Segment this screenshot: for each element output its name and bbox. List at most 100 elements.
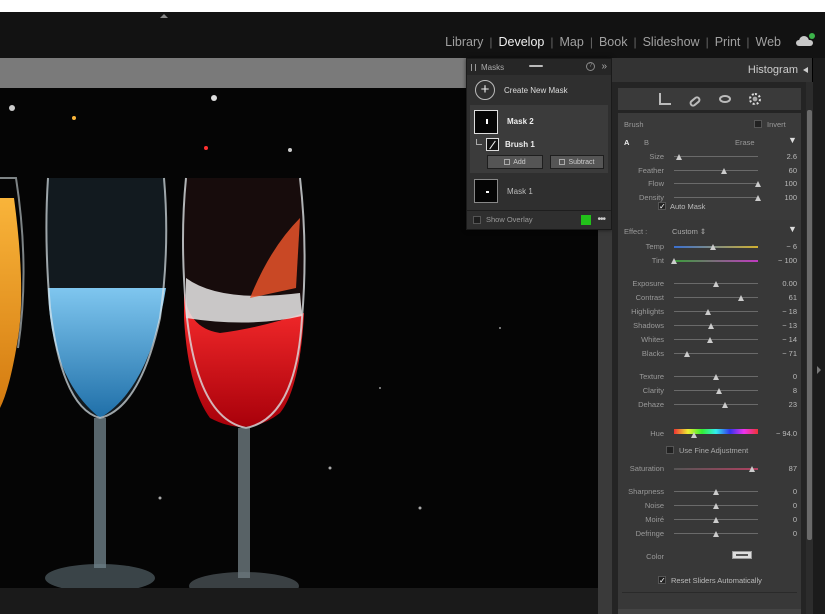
masking-icon[interactable] bbox=[748, 93, 761, 105]
slider-track[interactable] bbox=[674, 183, 758, 184]
masks-panel-header[interactable]: Masks ? » bbox=[467, 59, 611, 75]
slider-label: Moiré bbox=[645, 515, 664, 524]
slider-value[interactable]: − 6 bbox=[786, 242, 797, 251]
module-web[interactable]: Web bbox=[750, 35, 787, 49]
minimize-icon[interactable] bbox=[529, 65, 543, 67]
slider-thumb[interactable] bbox=[755, 181, 761, 187]
red-eye-icon[interactable] bbox=[718, 95, 731, 103]
slider-thumb[interactable] bbox=[713, 517, 719, 523]
slider-value[interactable]: 8 bbox=[793, 386, 797, 395]
slider-value[interactable]: 23 bbox=[789, 400, 797, 409]
brush-b-tab[interactable]: B bbox=[644, 138, 649, 147]
reset-sliders-checkbox[interactable] bbox=[658, 576, 666, 584]
slider-thumb[interactable] bbox=[716, 388, 723, 394]
slider-value[interactable]: 0 bbox=[793, 501, 797, 510]
auto-mask-checkbox[interactable] bbox=[658, 202, 666, 210]
saturation-slider-thumb[interactable] bbox=[749, 466, 756, 472]
mask-1-row[interactable]: Mask 1 bbox=[467, 175, 611, 207]
slider-value[interactable]: − 100 bbox=[778, 256, 797, 265]
brush-erase-tab[interactable]: Erase bbox=[735, 138, 755, 147]
slider-thumb[interactable] bbox=[755, 194, 761, 201]
slider-thumb[interactable] bbox=[676, 154, 683, 160]
overlay-color-swatch[interactable] bbox=[581, 214, 592, 225]
color-swatch[interactable] bbox=[732, 551, 752, 559]
slider-value[interactable]: 0.00 bbox=[782, 279, 797, 288]
help-icon[interactable]: ? bbox=[586, 62, 595, 71]
slider-value[interactable]: 0 bbox=[793, 529, 797, 538]
brush-a-tab[interactable]: A bbox=[624, 138, 629, 147]
slider-value[interactable]: − 14 bbox=[782, 335, 797, 344]
module-map[interactable]: Map bbox=[554, 35, 590, 49]
hue-bar[interactable] bbox=[674, 429, 758, 434]
slider-track[interactable] bbox=[674, 169, 758, 171]
more-options-icon[interactable]: ••• bbox=[597, 214, 605, 225]
slider-value[interactable]: 0 bbox=[793, 515, 797, 524]
slider-track[interactable] bbox=[674, 325, 758, 326]
invert-checkbox[interactable] bbox=[754, 120, 762, 128]
histogram-header[interactable]: Histogram bbox=[612, 58, 812, 82]
mask-2-row[interactable]: Mask 2 bbox=[470, 108, 608, 135]
module-slideshow[interactable]: Slideshow bbox=[637, 35, 706, 49]
right-panel-scrollbar[interactable] bbox=[806, 82, 813, 614]
effect-menu-arrow-icon[interactable]: ▼ bbox=[788, 224, 797, 234]
slider-track[interactable] bbox=[674, 297, 758, 298]
slider-value[interactable]: 2.6 bbox=[787, 152, 797, 161]
slider-value[interactable]: 0 bbox=[793, 487, 797, 496]
slider-value[interactable]: 60 bbox=[789, 166, 797, 175]
slider-thumb[interactable] bbox=[713, 281, 719, 287]
module-print[interactable]: Print bbox=[709, 35, 747, 49]
slider-thumb[interactable] bbox=[683, 351, 690, 357]
mask-2-group[interactable]: Mask 2 Brush 1 Add Subtract bbox=[470, 105, 608, 173]
slider-thumb[interactable] bbox=[713, 531, 719, 537]
brush-1-row[interactable]: Brush 1 bbox=[470, 135, 608, 153]
slider-track[interactable] bbox=[674, 196, 758, 198]
saturation-track[interactable] bbox=[674, 468, 758, 470]
collapse-arrow-icon[interactable] bbox=[803, 67, 808, 73]
slider-thumb[interactable] bbox=[707, 323, 714, 329]
fine-adjustment-checkbox[interactable] bbox=[666, 446, 674, 454]
collapse-right-panel-arrow-icon[interactable] bbox=[817, 366, 821, 374]
hue-label: Hue bbox=[650, 429, 664, 438]
slider-value[interactable]: 100 bbox=[784, 193, 797, 202]
saturation-value[interactable]: 87 bbox=[789, 464, 797, 473]
show-overlay-checkbox[interactable] bbox=[473, 215, 481, 224]
slider-thumb[interactable] bbox=[738, 295, 745, 301]
slider-track[interactable] bbox=[674, 404, 758, 405]
expand-panel-icon[interactable]: » bbox=[601, 61, 607, 72]
healing-icon[interactable] bbox=[687, 94, 702, 108]
hue-value[interactable]: − 94.0 bbox=[776, 429, 797, 438]
crop-icon[interactable] bbox=[658, 93, 671, 105]
slider-thumb[interactable] bbox=[722, 402, 729, 408]
slider-thumb[interactable] bbox=[707, 337, 714, 343]
slider-thumb[interactable] bbox=[671, 258, 677, 264]
slider-label: Sharpness bbox=[628, 487, 664, 496]
slider-value[interactable]: 0 bbox=[793, 372, 797, 381]
slider-thumb[interactable] bbox=[710, 244, 717, 250]
slider-track[interactable] bbox=[674, 339, 758, 340]
slider-value[interactable]: − 13 bbox=[782, 321, 797, 330]
subtract-button[interactable]: Subtract bbox=[549, 155, 604, 169]
slider-value[interactable]: 100 bbox=[784, 179, 797, 188]
slider-value[interactable]: − 18 bbox=[782, 307, 797, 316]
slider-value[interactable]: 61 bbox=[789, 293, 797, 302]
brush-menu-arrow-icon[interactable]: ▼ bbox=[788, 135, 797, 145]
add-button[interactable]: Add bbox=[487, 155, 543, 169]
scrollbar-thumb[interactable] bbox=[807, 110, 812, 540]
module-develop[interactable]: Develop bbox=[493, 35, 551, 49]
slider-thumb[interactable] bbox=[713, 374, 719, 380]
slider-thumb[interactable] bbox=[721, 167, 728, 174]
slider-thumb[interactable] bbox=[713, 489, 719, 495]
module-library[interactable]: Library bbox=[439, 35, 489, 49]
create-new-mask-button[interactable]: + Create New Mask bbox=[467, 75, 611, 105]
slider-label: Texture bbox=[639, 372, 664, 381]
collapse-top-panel-arrow-icon[interactable] bbox=[160, 14, 168, 18]
module-book[interactable]: Book bbox=[593, 35, 634, 49]
slider-thumb[interactable] bbox=[705, 309, 712, 315]
effect-preset-dropdown[interactable]: Custom ⇕ bbox=[672, 227, 706, 236]
slider-track[interactable] bbox=[674, 311, 758, 312]
slider-thumb[interactable] bbox=[713, 503, 719, 509]
hue-slider-thumb[interactable] bbox=[691, 432, 698, 438]
slider-track[interactable] bbox=[674, 260, 758, 262]
slider-track[interactable] bbox=[674, 156, 758, 157]
slider-value[interactable]: − 71 bbox=[782, 349, 797, 358]
